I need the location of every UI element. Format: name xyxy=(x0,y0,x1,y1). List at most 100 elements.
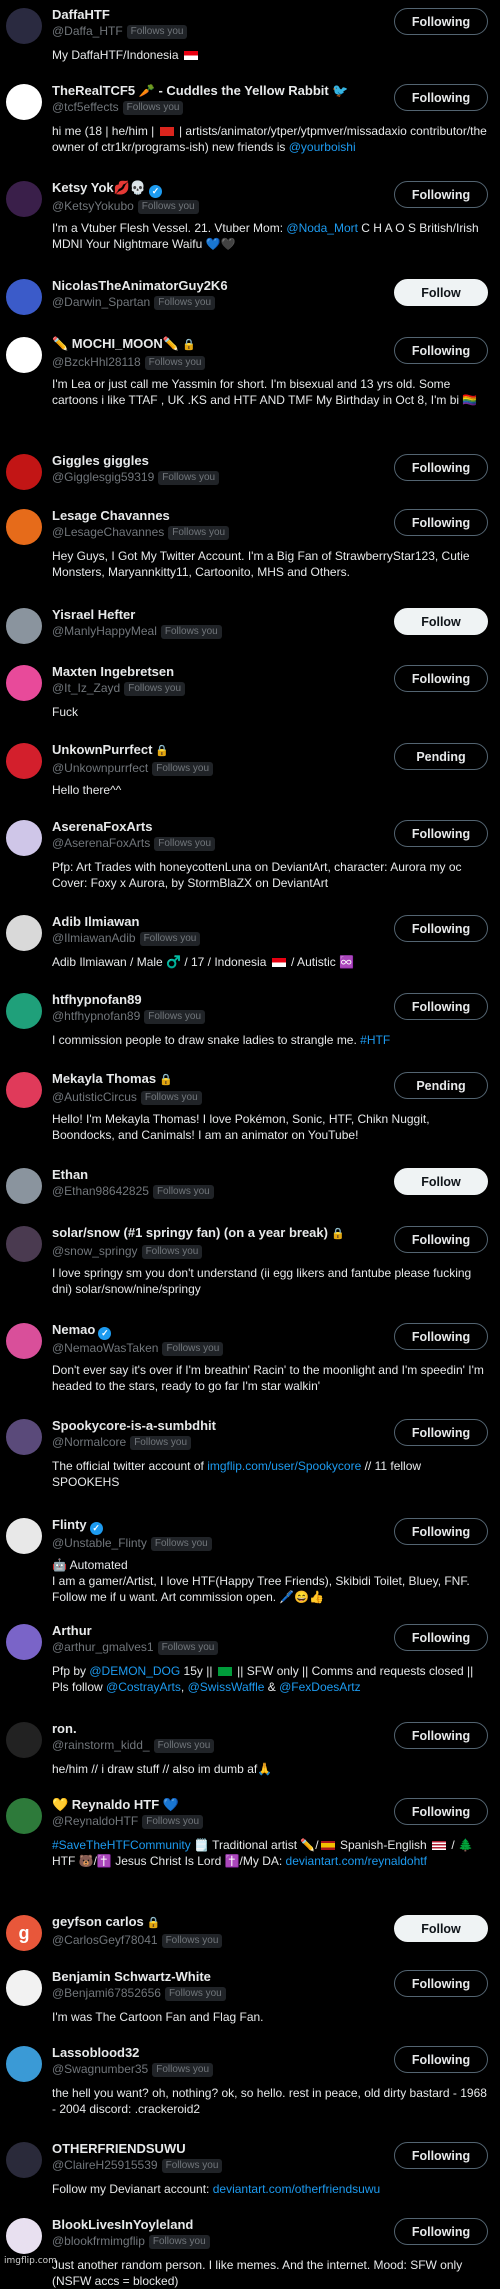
display-name[interactable]: 💛 Reynaldo HTF 💙 xyxy=(52,1796,382,1813)
display-name[interactable]: TheRealTCF5 🥕 - Cuddles the Yellow Rabbi… xyxy=(52,82,382,99)
user-handle[interactable]: @AutisticCircus xyxy=(52,1090,137,1104)
user-handle[interactable]: @Darwin_Spartan xyxy=(52,295,150,309)
display-name[interactable]: Adib Ilmiawan xyxy=(52,913,382,930)
user-handle[interactable]: @tcf5effects xyxy=(52,100,119,114)
user-handle[interactable]: @Unstable_Flinty xyxy=(52,1536,147,1550)
bio-link[interactable]: @SwissWaffle xyxy=(188,1680,265,1694)
display-name[interactable]: BlookLivesInYoyleland xyxy=(52,2216,382,2233)
avatar[interactable] xyxy=(6,2142,42,2178)
following-button[interactable]: Following xyxy=(394,1518,488,1545)
display-name[interactable]: Yisrael Hefter xyxy=(52,606,382,623)
user-handle[interactable]: @Daffa_HTF xyxy=(52,24,123,38)
avatar[interactable] xyxy=(6,279,42,315)
avatar[interactable] xyxy=(6,1168,42,1204)
user-handle[interactable]: @Benjami67852656 xyxy=(52,1986,161,2000)
display-name[interactable]: Maxten Ingebretsen xyxy=(52,663,382,680)
pending-button[interactable]: Pending xyxy=(394,1072,488,1099)
display-name[interactable]: Ethan xyxy=(52,1166,382,1183)
following-button[interactable]: Following xyxy=(394,1722,488,1749)
user-handle[interactable]: @ClaireH25915539 xyxy=(52,2158,158,2172)
follow-button[interactable]: Follow xyxy=(394,1915,488,1942)
following-button[interactable]: Following xyxy=(394,1624,488,1651)
avatar[interactable] xyxy=(6,743,42,779)
user-handle[interactable]: @Swagnumber35 xyxy=(52,2062,148,2076)
user-handle[interactable]: @ManlyHappyMeal xyxy=(52,624,157,638)
display-name[interactable]: OTHERFRIENDSUWU xyxy=(52,2140,382,2157)
following-button[interactable]: Following xyxy=(394,1226,488,1253)
display-name[interactable]: Giggles giggles xyxy=(52,452,382,469)
user-handle[interactable]: @htfhypnofan89 xyxy=(52,1009,140,1023)
avatar[interactable] xyxy=(6,2218,42,2254)
display-name[interactable]: DaffaHTF xyxy=(52,6,382,23)
avatar[interactable] xyxy=(6,84,42,120)
display-name[interactable]: htfhypnofan89 xyxy=(52,991,382,1008)
display-name[interactable]: Lesage Chavannes xyxy=(52,507,382,524)
display-name[interactable]: ✏️ MOCHI_MOON✏️ 🔒 xyxy=(52,335,382,354)
avatar[interactable] xyxy=(6,8,42,44)
avatar[interactable] xyxy=(6,454,42,490)
following-button[interactable]: Following xyxy=(394,8,488,35)
user-handle[interactable]: @NemaoWasTaken xyxy=(52,1341,158,1355)
bio-link[interactable]: deviantart.com/otherfriendsuwu xyxy=(213,2182,380,2196)
avatar[interactable] xyxy=(6,1798,42,1834)
user-handle[interactable]: @Unkownpurrfect xyxy=(52,761,148,775)
following-button[interactable]: Following xyxy=(394,820,488,847)
avatar[interactable] xyxy=(6,1970,42,2006)
pending-button[interactable]: Pending xyxy=(394,743,488,770)
bio-link[interactable]: @Noda_Mort xyxy=(286,221,358,235)
bio-link[interactable]: @FexDoesArtz xyxy=(279,1680,361,1694)
user-handle[interactable]: @Normalcore xyxy=(52,1435,126,1449)
following-button[interactable]: Following xyxy=(394,84,488,111)
user-handle[interactable]: @IlmiawanAdib xyxy=(52,931,136,945)
avatar[interactable] xyxy=(6,915,42,951)
follow-button[interactable]: Follow xyxy=(394,608,488,635)
display-name[interactable]: Flinty ✓ xyxy=(52,1516,382,1535)
avatar[interactable] xyxy=(6,1624,42,1660)
avatar[interactable] xyxy=(6,1518,42,1554)
avatar[interactable] xyxy=(6,1722,42,1758)
avatar[interactable] xyxy=(6,2046,42,2082)
user-handle[interactable]: @rainstorm_kidd_ xyxy=(52,1738,150,1752)
avatar[interactable] xyxy=(6,665,42,701)
follow-button[interactable]: Follow xyxy=(394,279,488,306)
bio-link[interactable]: deviantart.com/reynaldohtf xyxy=(286,1854,427,1868)
user-handle[interactable]: @AserenaFoxArts xyxy=(52,836,150,850)
avatar[interactable] xyxy=(6,993,42,1029)
avatar[interactable] xyxy=(6,1072,42,1108)
display-name[interactable]: Nemao ✓ xyxy=(52,1321,382,1340)
user-handle[interactable]: @ReynaldoHTF xyxy=(52,1814,138,1828)
following-button[interactable]: Following xyxy=(394,2218,488,2245)
bio-link[interactable]: imgflip.com/user/Spookycore xyxy=(207,1459,361,1473)
display-name[interactable]: Mekayla Thomas 🔒 xyxy=(52,1070,382,1089)
avatar[interactable] xyxy=(6,337,42,373)
following-button[interactable]: Following xyxy=(394,665,488,692)
follow-button[interactable]: Follow xyxy=(394,1168,488,1195)
user-handle[interactable]: @Ethan98642825 xyxy=(52,1184,149,1198)
following-button[interactable]: Following xyxy=(394,509,488,536)
display-name[interactable]: ron. xyxy=(52,1720,382,1737)
display-name[interactable]: Spookycore-is-a-sumbdhit xyxy=(52,1417,382,1434)
display-name[interactable]: solar/snow (#1 springy fan) (on a year b… xyxy=(52,1224,382,1243)
user-handle[interactable]: @blookfrmimgflip xyxy=(52,2234,145,2248)
bio-link[interactable]: @yourboishi xyxy=(289,140,356,154)
user-handle[interactable]: @BzckHhl28118 xyxy=(52,355,141,369)
avatar[interactable] xyxy=(6,181,42,217)
display-name[interactable]: Lassoblood32 xyxy=(52,2044,382,2061)
avatar[interactable] xyxy=(6,1226,42,1262)
display-name[interactable]: Benjamin Schwartz-White xyxy=(52,1968,382,1985)
user-handle[interactable]: @CarlosGeyf78041 xyxy=(52,1933,158,1947)
avatar[interactable] xyxy=(6,509,42,545)
display-name[interactable]: UnkownPurrfect 🔒 xyxy=(52,741,382,760)
user-handle[interactable]: @LesageChavannes xyxy=(52,525,164,539)
following-button[interactable]: Following xyxy=(394,2142,488,2169)
following-button[interactable]: Following xyxy=(394,915,488,942)
bio-link[interactable]: @DEMON_DOG xyxy=(89,1664,180,1678)
following-button[interactable]: Following xyxy=(394,1419,488,1446)
avatar[interactable] xyxy=(6,608,42,644)
following-button[interactable]: Following xyxy=(394,1970,488,1997)
user-handle[interactable]: @arthur_gmalves1 xyxy=(52,1640,154,1654)
following-button[interactable]: Following xyxy=(394,1798,488,1825)
avatar[interactable] xyxy=(6,1419,42,1455)
display-name[interactable]: Ketsy Yok💋💀 ✓ xyxy=(52,179,382,198)
bio-link[interactable]: #SaveTheHTFCommunity xyxy=(52,1838,191,1852)
